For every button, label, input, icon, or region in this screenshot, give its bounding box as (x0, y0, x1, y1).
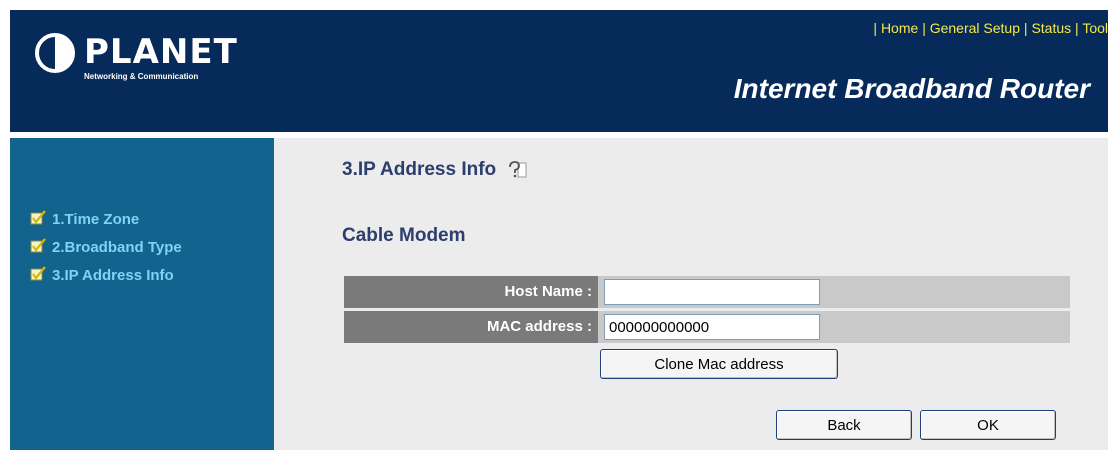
checkmark-icon (30, 266, 46, 281)
brand-tagline: Networking & Communication (84, 72, 199, 81)
nav-tool-link[interactable]: Tool (1082, 20, 1108, 36)
nav-separator: | (873, 20, 878, 36)
sidebar-item-time-zone[interactable]: 1.Time Zone (30, 210, 139, 230)
connection-type-title: Cable Modem (342, 225, 466, 246)
host-name-row: Host Name : (344, 276, 1070, 308)
nav-separator: | (922, 20, 926, 36)
planet-logo-icon (35, 33, 75, 73)
brand-name: PLANET (84, 32, 238, 72)
help-icon[interactable] (507, 159, 527, 179)
nav-general-setup-link[interactable]: General Setup (930, 20, 1020, 36)
checkmark-icon (30, 210, 46, 225)
host-name-label: Host Name : (344, 276, 598, 308)
sidebar-item-label: 3.IP Address Info (52, 267, 174, 284)
nav-separator: | (1075, 20, 1079, 36)
planet-logo: PLANET Networking & Communication (34, 32, 254, 92)
sidebar-item-broadband-type[interactable]: 2.Broadband Type (30, 238, 182, 258)
page-title: 3.IP Address Info (342, 159, 497, 180)
nav-separator: | (1023, 20, 1028, 36)
nav-home-link[interactable]: Home (881, 20, 918, 36)
top-navigation: | Home | General Setup | Status | Tool (873, 20, 1108, 36)
header-banner: PLANET Networking & Communication | Home… (10, 10, 1108, 132)
mac-address-row: MAC address : (344, 311, 1070, 343)
checkmark-icon (30, 238, 46, 253)
section-title-row: 3.IP Address Info (342, 158, 527, 182)
host-name-input[interactable] (604, 279, 820, 305)
mac-address-input[interactable] (604, 314, 820, 340)
sidebar-item-label: 2.Broadband Type (52, 239, 182, 256)
clone-mac-address-button[interactable]: Clone Mac address (600, 349, 838, 379)
mac-address-label: MAC address : (344, 311, 598, 343)
product-title: Internet Broadband Router (733, 73, 1090, 104)
ok-button[interactable]: OK (920, 410, 1056, 440)
sidebar-item-label: 1.Time Zone (52, 211, 140, 228)
nav-status-link[interactable]: Status (1031, 20, 1071, 36)
sidebar-item-ip-address-info[interactable]: 3.IP Address Info (30, 266, 174, 286)
back-button[interactable]: Back (776, 410, 912, 440)
sidebar: 1.Time Zone 2.Broadband Type 3.IP Addres… (10, 138, 274, 450)
main-content: 3.IP Address Info Cable Modem Host Name … (274, 138, 1108, 450)
